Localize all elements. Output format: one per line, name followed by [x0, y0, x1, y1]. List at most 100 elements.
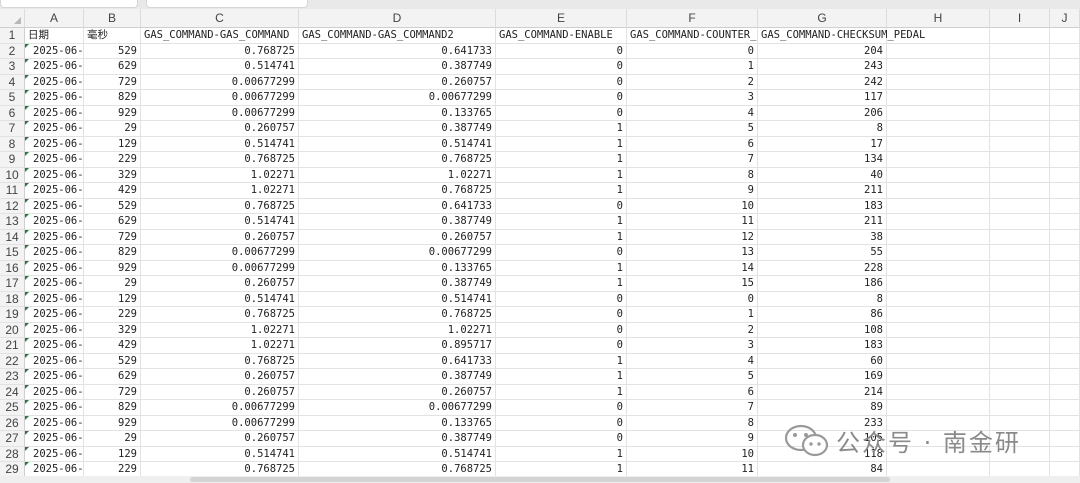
table-cell[interactable]: 9	[627, 431, 758, 447]
header-cell[interactable]: GAS_COMMAND-GAS_COMMAND	[141, 28, 299, 44]
table-cell[interactable]	[990, 245, 1050, 261]
table-cell[interactable]: 2025-06-1	[25, 384, 84, 400]
table-cell[interactable]: 0.387749	[299, 121, 496, 137]
table-cell[interactable]: 4	[627, 105, 758, 121]
table-cell[interactable]	[887, 260, 990, 276]
table-cell[interactable]: 429	[84, 338, 141, 354]
table-cell[interactable]: 2025-06-1	[25, 90, 84, 106]
table-cell[interactable]: 0	[496, 43, 627, 59]
table-cell[interactable]	[990, 90, 1050, 106]
table-cell[interactable]: 529	[84, 198, 141, 214]
horizontal-scrollbar[interactable]	[0, 476, 1080, 483]
table-cell[interactable]: 0.641733	[299, 198, 496, 214]
table-cell[interactable]: 29	[84, 276, 141, 292]
table-cell[interactable]: 1	[496, 167, 627, 183]
table-cell[interactable]: 0	[496, 322, 627, 338]
table-cell[interactable]: 7	[627, 400, 758, 416]
table-cell[interactable]	[990, 105, 1050, 121]
scrollbar-thumb[interactable]	[190, 477, 890, 482]
table-cell[interactable]: 0.768725	[299, 307, 496, 323]
table-cell[interactable]: 1	[496, 214, 627, 230]
table-cell[interactable]	[1050, 136, 1080, 152]
table-cell[interactable]: 729	[84, 384, 141, 400]
table-cell[interactable]	[990, 198, 1050, 214]
table-cell[interactable]: 2025-06-1	[25, 260, 84, 276]
table-cell[interactable]: 10	[627, 198, 758, 214]
table-cell[interactable]: 0	[496, 245, 627, 261]
row-header[interactable]: 16	[0, 260, 25, 276]
table-cell[interactable]: 929	[84, 105, 141, 121]
table-cell[interactable]	[990, 384, 1050, 400]
table-cell[interactable]: 329	[84, 322, 141, 338]
table-cell[interactable]	[887, 198, 990, 214]
table-cell[interactable]: 206	[758, 105, 887, 121]
table-cell[interactable]: 1.02271	[141, 167, 299, 183]
table-cell[interactable]	[887, 90, 990, 106]
table-cell[interactable]: 134	[758, 152, 887, 168]
table-cell[interactable]	[1050, 43, 1080, 59]
table-cell[interactable]: 1	[496, 369, 627, 385]
table-cell[interactable]: 929	[84, 415, 141, 431]
column-header-f[interactable]: F	[627, 9, 758, 28]
table-cell[interactable]	[887, 307, 990, 323]
table-cell[interactable]: 108	[758, 322, 887, 338]
header-cell[interactable]	[887, 28, 990, 44]
table-cell[interactable]: 2025-06-1	[25, 338, 84, 354]
column-header-g[interactable]: G	[758, 9, 887, 28]
table-cell[interactable]	[887, 74, 990, 90]
table-cell[interactable]	[990, 167, 1050, 183]
table-cell[interactable]: 0.00677299	[299, 400, 496, 416]
table-cell[interactable]	[1050, 431, 1080, 447]
table-cell[interactable]	[887, 369, 990, 385]
table-cell[interactable]: 829	[84, 400, 141, 416]
row-header[interactable]: 23	[0, 369, 25, 385]
table-cell[interactable]	[887, 214, 990, 230]
row-header[interactable]: 25	[0, 400, 25, 416]
table-cell[interactable]	[1050, 291, 1080, 307]
table-cell[interactable]: 2025-06-1	[25, 291, 84, 307]
row-header[interactable]: 24	[0, 384, 25, 400]
table-cell[interactable]	[1050, 369, 1080, 385]
table-cell[interactable]: 0.387749	[299, 369, 496, 385]
table-cell[interactable]: 0.768725	[141, 43, 299, 59]
table-cell[interactable]	[887, 59, 990, 75]
table-cell[interactable]	[887, 353, 990, 369]
header-cell[interactable]: GAS_COMMAND-ENABLE	[496, 28, 627, 44]
table-cell[interactable]	[990, 152, 1050, 168]
table-cell[interactable]: 829	[84, 90, 141, 106]
table-cell[interactable]	[990, 59, 1050, 75]
table-cell[interactable]	[887, 105, 990, 121]
table-cell[interactable]: 0.387749	[299, 59, 496, 75]
table-cell[interactable]	[1050, 183, 1080, 199]
table-cell[interactable]	[1050, 245, 1080, 261]
table-cell[interactable]: 1.02271	[141, 183, 299, 199]
row-header[interactable]: 20	[0, 322, 25, 338]
table-cell[interactable]: 2025-06-1	[25, 105, 84, 121]
table-cell[interactable]: 1	[496, 183, 627, 199]
table-cell[interactable]	[990, 229, 1050, 245]
table-cell[interactable]: 29	[84, 431, 141, 447]
table-cell[interactable]	[990, 291, 1050, 307]
table-cell[interactable]: 0	[496, 431, 627, 447]
table-cell[interactable]	[990, 353, 1050, 369]
table-cell[interactable]: 0.514741	[141, 446, 299, 462]
table-cell[interactable]: 2025-06-1	[25, 431, 84, 447]
row-header[interactable]: 11	[0, 183, 25, 199]
table-cell[interactable]: 7	[627, 152, 758, 168]
table-cell[interactable]: 0.768725	[141, 152, 299, 168]
row-header[interactable]: 14	[0, 229, 25, 245]
row-header[interactable]: 13	[0, 214, 25, 230]
table-cell[interactable]: 0.260757	[141, 384, 299, 400]
row-header[interactable]: 12	[0, 198, 25, 214]
table-cell[interactable]	[887, 384, 990, 400]
table-cell[interactable]: 169	[758, 369, 887, 385]
table-cell[interactable]: 0.260757	[141, 369, 299, 385]
table-cell[interactable]: 0.768725	[141, 198, 299, 214]
table-cell[interactable]: 129	[84, 446, 141, 462]
column-header-i[interactable]: I	[990, 9, 1050, 28]
table-cell[interactable]: 0	[496, 59, 627, 75]
table-cell[interactable]: 2025-06-1	[25, 322, 84, 338]
table-cell[interactable]: 0.387749	[299, 276, 496, 292]
table-cell[interactable]	[1050, 322, 1080, 338]
column-header-j[interactable]: J	[1050, 9, 1080, 28]
